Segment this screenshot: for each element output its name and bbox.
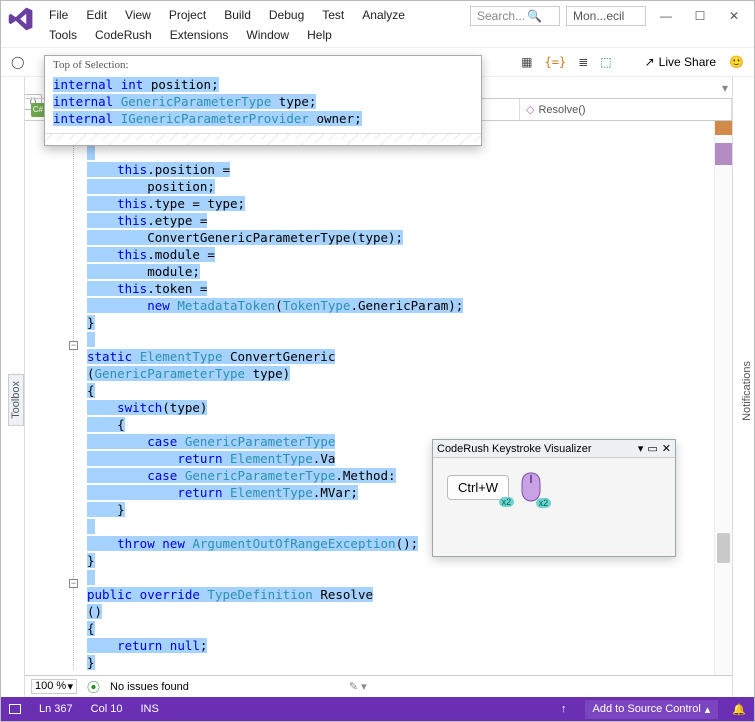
menu-edit[interactable]: Edit	[78, 5, 115, 25]
nav-back-button[interactable]: ◯	[5, 52, 30, 72]
menu-help[interactable]: Help	[299, 25, 340, 45]
ksv-key-count: x2	[499, 497, 515, 507]
method-icon: ◇	[526, 103, 534, 116]
zoom-dropdown[interactable]: 100 %▾	[31, 679, 77, 694]
code-text: Mixin.CheckModule(module); this.position…	[25, 121, 732, 675]
feedback-button[interactable]: 🙂	[723, 52, 750, 72]
main-area: Toolbox Ge ▾ C# ◇ Resolve() —	[1, 77, 754, 697]
issues-label: No issues found	[110, 681, 189, 693]
ksv-dock-icon[interactable]: ▭	[647, 442, 657, 455]
menu-project[interactable]: Project	[161, 5, 214, 25]
notifications-tab[interactable]: Notifications	[740, 357, 754, 425]
source-control-publish-icon[interactable]: ↑	[561, 703, 567, 715]
maximize-button[interactable]: ☐	[686, 5, 714, 27]
live-share-label: Live Share	[659, 55, 716, 69]
toolbar-glyph-1[interactable]: ▦	[515, 52, 538, 72]
menu-row-2: Tools CodeRush Extensions Window Help	[41, 25, 413, 45]
solution-title: Mon...ecil	[566, 6, 646, 26]
search-placeholder: Search...	[477, 9, 525, 23]
status-col: Col 10	[91, 703, 123, 715]
menu-view[interactable]: View	[117, 5, 159, 25]
menu-coderush[interactable]: CodeRush	[87, 25, 160, 45]
menu-test[interactable]: Test	[314, 5, 352, 25]
status-bar: Ln 367 Col 10 INS ↑ Add to Source Contro…	[1, 697, 754, 721]
vs-logo-icon	[7, 5, 35, 33]
tab-overflow-button[interactable]: ▾	[718, 77, 732, 99]
ksv-mouse-count: x2	[536, 498, 552, 508]
toolbox-tab[interactable]: Toolbox	[8, 374, 24, 426]
tooltip-torn-edge	[45, 133, 481, 145]
menu-tools[interactable]: Tools	[41, 25, 85, 45]
menu-build[interactable]: Build	[216, 5, 259, 25]
toolbar-braces-button[interactable]: {=}	[539, 52, 573, 72]
left-dock: Toolbox	[1, 77, 25, 697]
minimize-button[interactable]: —	[652, 5, 680, 27]
search-input[interactable]: Search... 🔍	[470, 6, 560, 26]
ksv-key-chip: Ctrl+W x2	[447, 475, 509, 500]
live-share-button[interactable]: ↗ Live Share	[638, 52, 723, 72]
nav-member-dropdown[interactable]: ◇ Resolve()	[520, 99, 732, 120]
menu-row-1: File Edit View Project Build Debug Test …	[41, 5, 413, 25]
ksv-title: CodeRush Keystroke Visualizer	[437, 443, 591, 455]
issues-ok-icon: ⦿	[87, 677, 100, 696]
status-insert-mode: INS	[140, 703, 158, 715]
menu-file[interactable]: File	[41, 5, 76, 25]
csharp-icon: C#	[31, 103, 45, 117]
title-bar: File Edit View Project Build Debug Test …	[1, 1, 754, 47]
mouse-icon: x2	[519, 472, 543, 502]
search-icon: 🔍	[527, 9, 542, 23]
menu-extensions[interactable]: Extensions	[162, 25, 237, 45]
menu-window[interactable]: Window	[238, 25, 297, 45]
status-mode-icon[interactable]	[9, 704, 21, 714]
tooltip-header: Top of Selection:	[45, 56, 481, 74]
notifications-bell-icon[interactable]: 🔔	[732, 703, 746, 716]
editor: Ge ▾ C# ◇ Resolve() —	[25, 77, 732, 697]
live-share-icon: ↗	[645, 55, 655, 69]
code-viewport[interactable]: — − − Mixin.CheckModule(module); this.po…	[25, 121, 732, 675]
toolbar-glyph-3[interactable]: ⬚	[594, 52, 617, 72]
keystroke-visualizer-panel: CodeRush Keystroke Visualizer ▾ ▭ ✕ Ctrl…	[432, 439, 676, 557]
right-dock: Notifications	[732, 77, 754, 697]
editor-info-bar: 100 %▾ ⦿ No issues found ✎ ▾	[25, 675, 732, 697]
pencil-icon[interactable]: ✎ ▾	[349, 680, 367, 693]
toolbar-glyph-2[interactable]: ≣	[572, 52, 594, 72]
menu-analyze[interactable]: Analyze	[354, 5, 413, 25]
status-line: Ln 367	[39, 703, 73, 715]
ksv-dropdown-icon[interactable]: ▾	[638, 442, 644, 455]
ksv-close-icon[interactable]: ✕	[662, 442, 671, 455]
menu-debug[interactable]: Debug	[261, 5, 312, 25]
selection-tooltip: Top of Selection: internal int position;…	[44, 55, 482, 146]
nav-member-label: Resolve()	[538, 104, 585, 116]
add-source-control-button[interactable]: Add to Source Control▴	[585, 700, 719, 719]
close-button[interactable]: ✕	[720, 5, 748, 27]
